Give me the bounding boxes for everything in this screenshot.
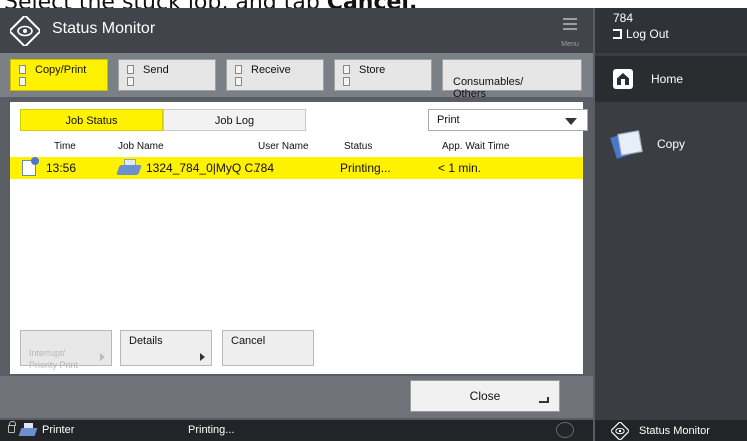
interrupt-label: Interrupt/ Priority Print <box>29 348 79 370</box>
enter-icon <box>539 397 549 403</box>
tab-label: Store <box>359 64 386 76</box>
home-button[interactable]: Home <box>595 56 747 102</box>
indicator-icon <box>343 65 350 87</box>
table-header: Time Job Name User Name Status App. Wait… <box>10 138 583 156</box>
job-type-value: Print <box>437 114 460 126</box>
device-label: Printer <box>42 424 75 436</box>
printer-icon <box>18 423 38 437</box>
job-type-select[interactable]: Print <box>428 109 588 131</box>
header-wait-time: App. Wait Time <box>442 141 510 152</box>
row-job-name: 1324_784_0|MyQ C.. <box>146 161 260 175</box>
tab-receive[interactable]: Receive <box>226 59 324 91</box>
indicator-icon <box>235 65 242 87</box>
table-row[interactable]: 13:56 1324_784_0|MyQ C.. 784 Printing...… <box>10 157 583 179</box>
details-button[interactable]: Details <box>120 330 212 366</box>
header-user-name: User Name <box>258 141 309 152</box>
tab-label: Consumables/ Others <box>453 76 524 100</box>
tab-label: Receive <box>251 64 291 76</box>
chevron-right-icon <box>200 353 205 361</box>
lock-icon <box>8 421 16 433</box>
indicator-icon <box>127 65 134 87</box>
category-tabs: Copy/Print Send Receive Store Consumable… <box>0 53 593 100</box>
header-time: Time <box>54 141 76 152</box>
status-monitor-icon <box>10 16 40 46</box>
logout-button[interactable]: Log Out <box>613 27 747 41</box>
tab-send[interactable]: Send <box>118 59 216 91</box>
tab-job-status[interactable]: Job Status <box>20 109 163 131</box>
status-bar: Printer Printing... <box>0 420 593 441</box>
row-user-name: 784 <box>254 161 275 175</box>
home-label: Home <box>651 72 684 86</box>
header-status: Status <box>344 141 373 152</box>
cancel-label: Cancel <box>231 335 266 347</box>
row-time: 13:56 <box>46 161 77 175</box>
header-job-name: Job Name <box>118 141 164 152</box>
tab-label: Send <box>143 64 169 76</box>
copy-icon <box>610 128 643 160</box>
tab-job-log[interactable]: Job Log <box>163 109 306 131</box>
printer-screen: Status Monitor Menu Copy/Print Send Rece… <box>0 8 747 441</box>
home-icon <box>613 69 633 89</box>
user-block: 784 Log Out <box>595 8 747 53</box>
network-icon[interactable] <box>556 422 574 438</box>
indicator-icon <box>19 65 26 87</box>
menu-button[interactable]: Menu <box>550 12 590 50</box>
device-state: Printing... <box>188 424 235 436</box>
copy-label: Copy <box>657 137 686 151</box>
right-sidebar: 784 Log Out Home Copy Status Monitor <box>595 8 747 441</box>
chevron-right-icon <box>100 353 105 361</box>
close-label: Close <box>469 389 501 403</box>
job-actions: Interrupt/ Priority Print Details Cancel <box>10 328 583 370</box>
tab-copy-print[interactable]: Copy/Print <box>10 59 108 91</box>
status-tabs: Job Status Job Log <box>20 109 306 131</box>
tab-label: Copy/Print <box>35 64 87 76</box>
status-monitor-shortcut[interactable]: Status Monitor <box>595 420 747 441</box>
copy-shortcut[interactable]: Copy <box>595 124 747 164</box>
status-monitor-label: Status Monitor <box>639 424 710 437</box>
details-label: Details <box>129 335 163 347</box>
job-document-icon <box>22 157 39 176</box>
tab-consumables-others[interactable]: Consumables/ Others <box>442 59 582 100</box>
status-monitor-icon <box>611 421 629 440</box>
interrupt-priority-print-button[interactable]: Interrupt/ Priority Print <box>20 330 112 370</box>
printer-job-icon <box>116 159 142 177</box>
close-button[interactable]: Close <box>410 380 560 412</box>
page-title: Status Monitor <box>52 20 156 37</box>
menu-label: Menu <box>561 41 579 48</box>
logout-label: Log Out <box>626 27 669 41</box>
chevron-down-icon <box>565 118 577 125</box>
row-wait-time: < 1 min. <box>438 161 482 175</box>
row-status: Printing... <box>340 161 391 175</box>
title-bar: Status Monitor Menu <box>0 8 593 53</box>
logout-icon <box>613 29 622 39</box>
tab-store[interactable]: Store <box>334 59 432 91</box>
cancel-button[interactable]: Cancel <box>222 330 314 366</box>
hamburger-icon <box>563 18 577 30</box>
close-bar: Close <box>0 376 593 418</box>
user-id: 784 <box>613 11 634 25</box>
